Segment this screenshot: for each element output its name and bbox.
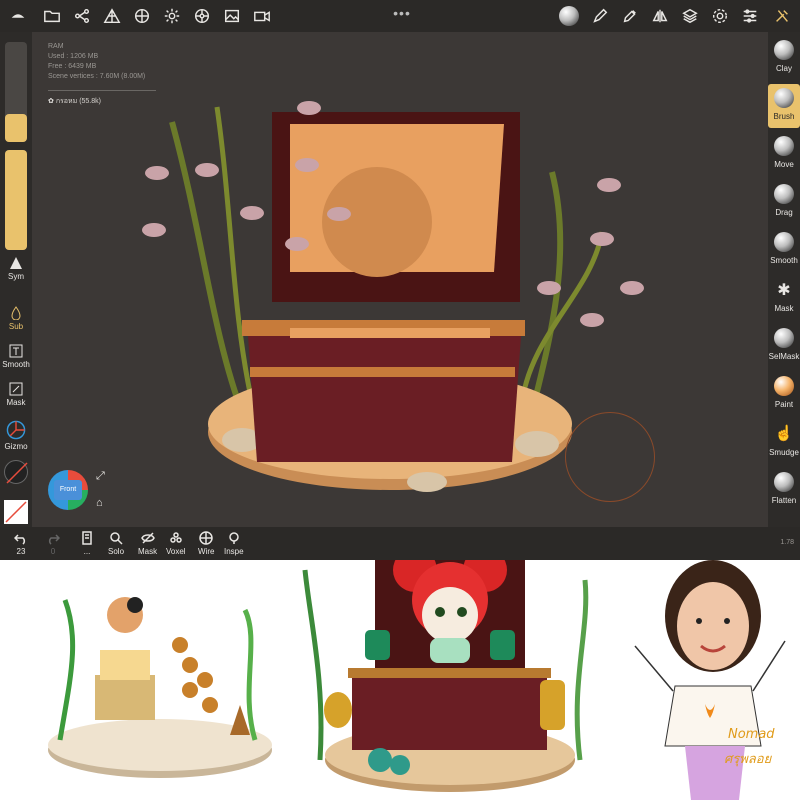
- mask-toggle-button[interactable]: Mask: [138, 531, 157, 556]
- smooth-tool-label: Smooth: [770, 256, 798, 265]
- paint-label: Paint: [774, 400, 794, 409]
- render-collage: Nomad ศรุพลอย: [0, 560, 800, 800]
- clay-tool[interactable]: Clay: [768, 36, 800, 80]
- radius-slider[interactable]: [5, 42, 27, 142]
- clay-label: Clay: [775, 64, 792, 73]
- notes-dots: ...: [83, 547, 91, 556]
- notes-button[interactable]: ...: [80, 531, 94, 556]
- color-swatch-white[interactable]: [4, 500, 28, 524]
- fullscreen-icon[interactable]: ⤢: [96, 470, 105, 483]
- sym-label: Sym: [8, 272, 24, 281]
- solo-label: Solo: [108, 547, 125, 556]
- mask-tool[interactable]: ✱ Mask: [768, 276, 800, 320]
- inspect-button[interactable]: Inspe: [224, 531, 244, 556]
- nomad-sculpt-app: ••• Sym Sub Smooth Mask Gizmo RAM Used:…: [0, 0, 800, 560]
- person-photo-cutout: [634, 560, 786, 800]
- redo-count: 0: [50, 547, 56, 556]
- image-icon[interactable]: [222, 6, 242, 26]
- zoom-value: 1.78: [780, 539, 794, 546]
- top-toolbar: •••: [0, 0, 800, 32]
- mask-button[interactable]: Mask: [0, 382, 32, 407]
- material-icon[interactable]: [132, 6, 152, 26]
- selmask-tool[interactable]: SelMask: [768, 324, 800, 368]
- move-tool[interactable]: Move: [768, 132, 800, 176]
- voxel-button[interactable]: Voxel: [166, 531, 186, 556]
- view-cube-gizmo[interactable]: Front: [48, 470, 88, 510]
- viewport-scene[interactable]: [32, 32, 768, 527]
- matcap-sphere-icon[interactable]: [558, 5, 580, 27]
- gear-icon[interactable]: [710, 6, 730, 26]
- camera-settings-icon[interactable]: [192, 6, 212, 26]
- gizmo-face-label: Front: [54, 480, 82, 500]
- left-toolbar: Sym Sub Smooth Mask Gizmo: [0, 32, 32, 527]
- inspect-label: Inspe: [224, 547, 244, 556]
- layers-icon[interactable]: [680, 6, 700, 26]
- selmask-label: SelMask: [768, 352, 800, 361]
- flatten-tool[interactable]: Flatten: [768, 468, 800, 512]
- wire-button[interactable]: Wire: [198, 531, 214, 556]
- symmetry-icon[interactable]: [650, 6, 670, 26]
- tools-icon[interactable]: [772, 6, 792, 26]
- render-center-doll-chest: [302, 560, 589, 792]
- intensity-slider[interactable]: [5, 150, 27, 250]
- undo-button[interactable]: 23: [14, 531, 28, 556]
- scene-graph-icon[interactable]: [72, 6, 92, 26]
- more-dots-icon[interactable]: •••: [392, 3, 412, 23]
- flatten-label: Flatten: [771, 496, 797, 505]
- undo-count: 23: [16, 547, 26, 556]
- mask-tool-label: Mask: [774, 304, 794, 313]
- drag-tool[interactable]: Drag: [768, 180, 800, 224]
- sliders-icon[interactable]: [740, 6, 760, 26]
- light-icon[interactable]: [162, 6, 182, 26]
- home-icon[interactable]: ⌂: [96, 497, 103, 509]
- app-logo-icon[interactable]: [8, 6, 28, 26]
- smooth-button[interactable]: Smooth: [0, 344, 32, 369]
- drag-label: Drag: [775, 208, 793, 217]
- mask-label: Mask: [6, 398, 26, 407]
- brush-pen-icon[interactable]: [590, 6, 610, 26]
- brush-label: Brush: [773, 112, 795, 121]
- right-toolbar: Clay Brush Move Drag Smooth ✱ Mask SelMas…: [768, 32, 800, 527]
- mask-splat-icon: ✱: [777, 282, 791, 299]
- voxel-label: Voxel: [166, 547, 186, 556]
- smudge-hand-icon: ☝: [774, 425, 794, 442]
- signature-line-2: ศรุพลอย: [724, 752, 772, 767]
- folder-icon[interactable]: [42, 6, 62, 26]
- solo-button[interactable]: Solo: [108, 531, 124, 556]
- gizmo-button[interactable]: Gizmo: [0, 420, 32, 451]
- topology-icon[interactable]: [102, 6, 122, 26]
- signature-line-1: Nomad: [728, 727, 775, 742]
- video-icon[interactable]: [252, 6, 272, 26]
- brush-cursor-ring: [565, 412, 655, 502]
- smooth-label: Smooth: [2, 360, 30, 369]
- mask-toggle-label: Mask: [138, 547, 158, 556]
- move-label: Move: [774, 160, 794, 169]
- smudge-label: Smudge: [769, 448, 799, 457]
- paint-tool[interactable]: Paint: [768, 372, 800, 416]
- redo-button[interactable]: 0: [46, 531, 60, 556]
- smooth-tool[interactable]: Smooth: [768, 228, 800, 272]
- render-left-treasure-scene: [48, 597, 272, 778]
- gizmo-label: Gizmo: [4, 442, 28, 451]
- color-swatch-dark[interactable]: [4, 460, 28, 484]
- dropper-icon[interactable]: [620, 6, 640, 26]
- sym-button[interactable]: Sym: [0, 256, 32, 281]
- brush-tool[interactable]: Brush: [768, 84, 800, 128]
- smudge-tool[interactable]: ☝ Smudge: [768, 420, 800, 464]
- sub-button[interactable]: Sub: [0, 306, 32, 331]
- sub-label: Sub: [8, 322, 24, 331]
- wire-label: Wire: [198, 547, 215, 556]
